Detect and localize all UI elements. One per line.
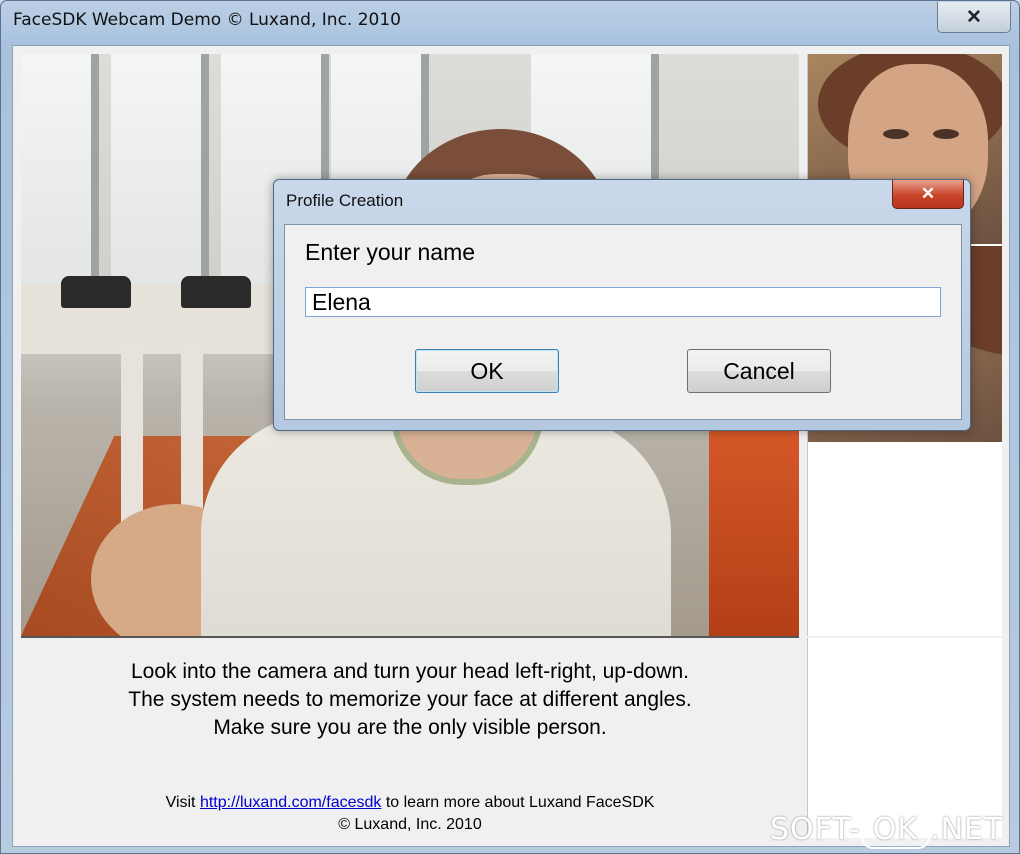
dialog-title: Profile Creation bbox=[286, 191, 404, 210]
dialog-body: Enter your name OK Cancel bbox=[284, 224, 962, 420]
luxand-link[interactable]: http://luxand.com/facesdk bbox=[200, 794, 381, 811]
close-icon: ✕ bbox=[920, 184, 936, 203]
watermark: SOFT- OK .NET bbox=[770, 810, 1004, 849]
instruction-line: Look into the camera and turn your head … bbox=[131, 660, 689, 683]
instruction-line: Make sure you are the only visible perso… bbox=[213, 716, 607, 739]
window-title: FaceSDK Webcam Demo © Luxand, Inc. 2010 bbox=[13, 10, 401, 30]
footer-prefix: Visit bbox=[165, 794, 200, 811]
instructions-text: Look into the camera and turn your head … bbox=[21, 658, 799, 742]
window-close-button[interactable]: ✕ bbox=[937, 2, 1011, 33]
profile-creation-dialog: Profile Creation ✕ Enter your name OK Ca… bbox=[273, 179, 971, 431]
cancel-button[interactable]: Cancel bbox=[687, 349, 831, 393]
footer-suffix: to learn more about Luxand FaceSDK bbox=[381, 794, 655, 811]
dialog-close-button[interactable]: ✕ bbox=[892, 180, 964, 209]
footer-copyright: © Luxand, Inc. 2010 bbox=[338, 816, 482, 833]
instruction-line: The system needs to memorize your face a… bbox=[128, 688, 692, 711]
close-icon: ✕ bbox=[966, 6, 982, 28]
footer: Visit http://luxand.com/facesdk to learn… bbox=[21, 792, 799, 836]
thumbnail-empty-area bbox=[807, 638, 1002, 838]
ok-button[interactable]: OK bbox=[415, 349, 559, 393]
name-input[interactable] bbox=[305, 287, 941, 317]
client-area: Look into the camera and turn your head … bbox=[12, 45, 1010, 847]
name-prompt: Enter your name bbox=[305, 239, 476, 265]
